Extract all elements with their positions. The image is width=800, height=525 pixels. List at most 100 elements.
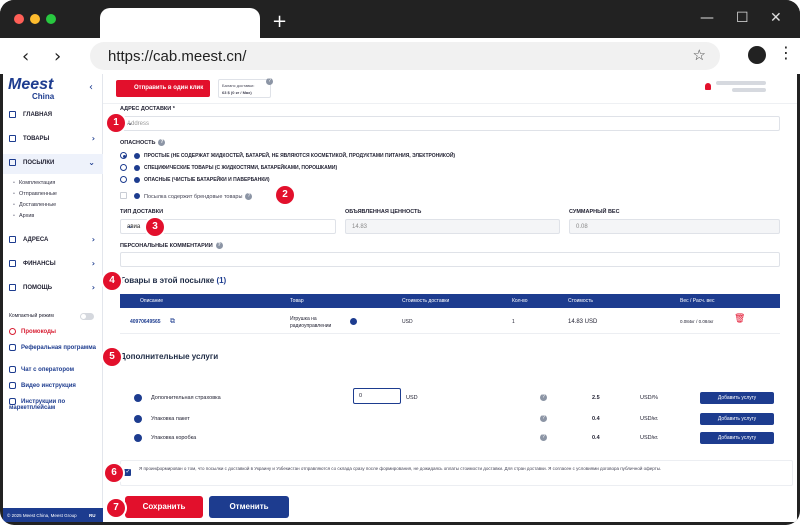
- danger-radio-specific[interactable]: [120, 164, 127, 171]
- help-icon[interactable]: ?: [158, 139, 166, 146]
- user-menu[interactable]: [716, 81, 782, 95]
- sidebar-item-home[interactable]: ГЛАВНАЯ: [3, 106, 103, 126]
- insurance-amount-input[interactable]: 0: [353, 388, 401, 404]
- maximize-icon[interactable]: ☐: [736, 10, 749, 26]
- language-switch[interactable]: RU: [89, 513, 96, 518]
- address-label: АДРЕС ДОСТАВКИ *: [120, 106, 175, 112]
- battery-icon: [134, 177, 140, 183]
- bookmark-star-icon[interactable]: ☆: [693, 46, 706, 64]
- step-badge: 1: [107, 114, 125, 132]
- help-icon: [9, 284, 16, 291]
- delivery-type-label: ТИП ДОСТАВКИ: [120, 209, 164, 215]
- add-box-button[interactable]: Добавить услугу: [700, 432, 774, 444]
- drop-icon: [134, 165, 140, 171]
- danger-option: ОПАСНЫЕ (ЧИСТЫЕ БАТАРЕЙКИ И ПАВЕРБАНКИ): [144, 177, 270, 183]
- total-weight-field: 0.08: [569, 219, 780, 234]
- delivery-currency: USD: [402, 319, 413, 325]
- box-icon: [9, 135, 16, 142]
- bell-icon[interactable]: [705, 83, 711, 90]
- branded-checkbox[interactable]: [120, 192, 127, 199]
- shield-icon: [134, 153, 140, 159]
- goods-title: Товары в этой посылке (1): [120, 276, 227, 285]
- step-badge: 7: [107, 499, 125, 517]
- balance-label: Баланс доставки:: [222, 83, 255, 88]
- danger-option: СПЕЦИФИЧЕСКИЕ ТОВАРЫ (С ЖИДКОСТЯМИ, БАТА…: [144, 165, 338, 171]
- box-icon: [134, 434, 142, 442]
- url-field[interactable]: https://cab.meest.cn/ ☆: [90, 42, 720, 70]
- sidebar-item-parcels[interactable]: ПОСЫЛКИ ⌄: [3, 154, 103, 174]
- tag-icon: [134, 193, 140, 199]
- copyright: © 2025 Meest China, Meest Group: [7, 513, 77, 518]
- balance-help-icon[interactable]: ?: [266, 78, 273, 85]
- comments-input[interactable]: [120, 252, 780, 267]
- sidebar-footer: © 2025 Meest China, Meest Group RU: [3, 508, 103, 522]
- copy-icon[interactable]: ⧉: [170, 318, 175, 326]
- add-bag-button[interactable]: Добавить услугу: [700, 413, 774, 425]
- service-row-box: Упаковка коробка ? 0.4 USD/кг. Добавить …: [120, 430, 780, 446]
- help-icon[interactable]: ?: [540, 394, 547, 401]
- chevron-right-icon: ›: [91, 259, 95, 268]
- logo[interactable]: Meest China: [8, 76, 73, 104]
- chat-link[interactable]: Чат с оператором: [9, 366, 74, 373]
- help-icon[interactable]: ?: [540, 415, 547, 422]
- help-icon[interactable]: ?: [245, 193, 253, 200]
- chevron-right-icon: ›: [91, 235, 95, 244]
- weight: 0.084кг / 0.084кг: [680, 319, 714, 324]
- logo-sub: China: [32, 92, 55, 101]
- collapse-sidebar-icon[interactable]: ‹: [89, 82, 93, 93]
- sidebar-item-finance[interactable]: ФИНАНСЫ ›: [3, 255, 103, 275]
- browser-tabbar: + — ☐ ✕: [0, 0, 800, 38]
- referral-link[interactable]: Реферальная программа: [9, 344, 99, 351]
- back-icon[interactable]: ‹: [22, 46, 29, 67]
- declared-value-label: ОБЪЯВЛЕННАЯ ЦЕННОСТЬ: [345, 209, 422, 215]
- danger-option: ПРОСТЫЕ (НЕ СОДЕРЖАТ ЖИДКОСТЕЙ, БАТАРЕЙ,…: [144, 153, 456, 159]
- shield-icon: [134, 394, 142, 402]
- compact-mode-toggle[interactable]: [80, 313, 94, 320]
- parcel-id-link[interactable]: 40970649565: [130, 319, 161, 325]
- danger-radio-dangerous[interactable]: [120, 176, 127, 183]
- trash-icon[interactable]: 🗑: [734, 314, 745, 324]
- close-icon[interactable]: ✕: [770, 10, 782, 26]
- address-select[interactable]: Address ⌄: [120, 116, 780, 131]
- logo-text: Meest: [8, 76, 54, 93]
- close-dot-icon[interactable]: [14, 14, 24, 24]
- browser-tab[interactable]: [100, 8, 260, 38]
- zoom-dot-icon[interactable]: [46, 14, 56, 24]
- help-icon[interactable]: ?: [540, 434, 547, 441]
- sidebar-sub-item[interactable]: Комплектация: [13, 180, 55, 186]
- sidebar-item-addresses[interactable]: АДРЕСА ›: [3, 231, 103, 251]
- sidebar-item-goods[interactable]: ТОВАРЫ ›: [3, 130, 103, 150]
- account-icon[interactable]: [748, 46, 766, 64]
- topbar: Отправить в один клик Баланс доставки: 6…: [103, 74, 797, 104]
- chevron-right-icon: ›: [91, 283, 95, 292]
- balance-value: 63 $ (0 кг / Max): [222, 90, 252, 95]
- minimize-dot-icon[interactable]: [30, 14, 40, 24]
- parcel-icon: [9, 159, 16, 166]
- sidebar-item-help[interactable]: ПОМОЩЬ ›: [3, 279, 103, 299]
- menu-kebab-icon[interactable]: ⋮: [778, 43, 794, 62]
- video-link[interactable]: Видео инструкция: [9, 382, 76, 389]
- agreement-checkbox[interactable]: [124, 468, 131, 476]
- comments-label: ПЕРСОНАЛЬНЫЕ КОММЕНТАРИИ?: [120, 242, 223, 249]
- sidebar-sub-item[interactable]: Архив: [13, 213, 34, 219]
- help-icon[interactable]: ?: [215, 242, 223, 249]
- danger-radio-simple[interactable]: [120, 152, 127, 159]
- sidebar-sub-item[interactable]: Доставленные: [13, 202, 56, 208]
- step-badge: 4: [103, 272, 121, 290]
- compact-mode-label: Компактный режим: [9, 313, 54, 319]
- pin-icon: [9, 236, 16, 243]
- send-one-click-button[interactable]: Отправить в один клик: [116, 80, 210, 97]
- new-tab-icon[interactable]: +: [272, 11, 287, 32]
- forward-icon[interactable]: ›: [54, 46, 61, 67]
- promocodes-link[interactable]: Промокоды: [9, 328, 56, 335]
- user-icon: [9, 344, 16, 351]
- cancel-button[interactable]: Отменить: [209, 496, 289, 518]
- minimize-icon[interactable]: —: [700, 10, 714, 26]
- goods-table-header: Описание Товар Стоимость доставки Кол-во…: [120, 294, 780, 308]
- product-icon: [350, 318, 357, 325]
- sidebar-sub-item[interactable]: Отправленные: [13, 191, 57, 197]
- table-row[interactable]: 40970649565 ⧉ Игрушка на радиоуправлении…: [120, 310, 780, 334]
- save-button[interactable]: Сохранить: [125, 496, 203, 518]
- marketplace-link[interactable]: Инструкции по маркетплейсам: [9, 398, 99, 411]
- add-insurance-button[interactable]: Добавить услугу: [700, 392, 774, 404]
